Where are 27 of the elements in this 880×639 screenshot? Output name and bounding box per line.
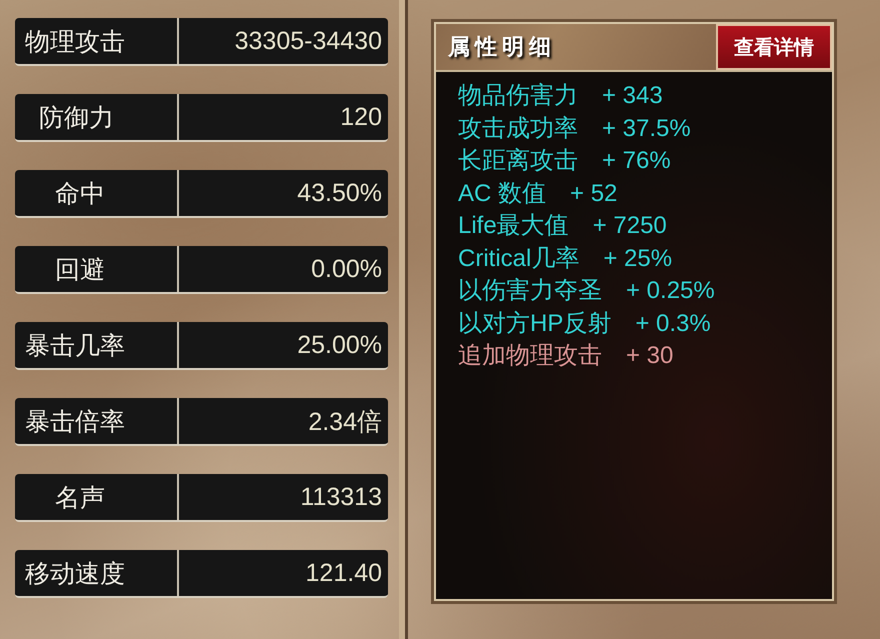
attribute-line: AC 数值 + 52	[458, 178, 618, 208]
stat-label: 防御力	[15, 94, 179, 140]
attribute-line: 攻击成功率 + 37.5%	[458, 114, 692, 144]
stat-label: 移动速度	[15, 550, 179, 596]
attribute-line: 以伤害力夺圣 + 0.25%	[458, 276, 716, 306]
stat-value: 25.00%	[296, 330, 383, 360]
stat-value: 120	[339, 102, 383, 132]
attribute-line: Life最大值 + 7250	[458, 211, 668, 241]
attribute-line: Critical几率 + 25%	[458, 244, 674, 274]
view-details-button[interactable]: 查看详情	[716, 24, 832, 70]
attribute-line: 长距离攻击 + 76%	[458, 146, 672, 176]
panel-title: 属性明细	[436, 24, 716, 70]
stat-label: 名声	[15, 474, 179, 520]
stat-value: 43.50%	[296, 178, 383, 208]
attribute-line: 追加物理攻击 + 30	[458, 341, 674, 371]
stat-value: 33305-34430	[234, 26, 383, 56]
stat-label: 回避	[15, 246, 179, 292]
stat-value: 2.34倍	[307, 406, 383, 438]
attribute-line: 物品伤害力 + 343	[458, 81, 664, 111]
stat-label: 命中	[15, 170, 179, 216]
stat-label: 物理攻击	[15, 18, 179, 64]
stat-value: 121.40	[304, 558, 383, 588]
attribute-line: 以对方HP反射 + 0.3%	[458, 308, 712, 338]
stat-label: 暴击倍率	[15, 398, 179, 444]
stat-label: 暴击几率	[15, 322, 179, 368]
stat-value: 0.00%	[310, 254, 383, 284]
stat-value: 113313	[299, 482, 383, 512]
